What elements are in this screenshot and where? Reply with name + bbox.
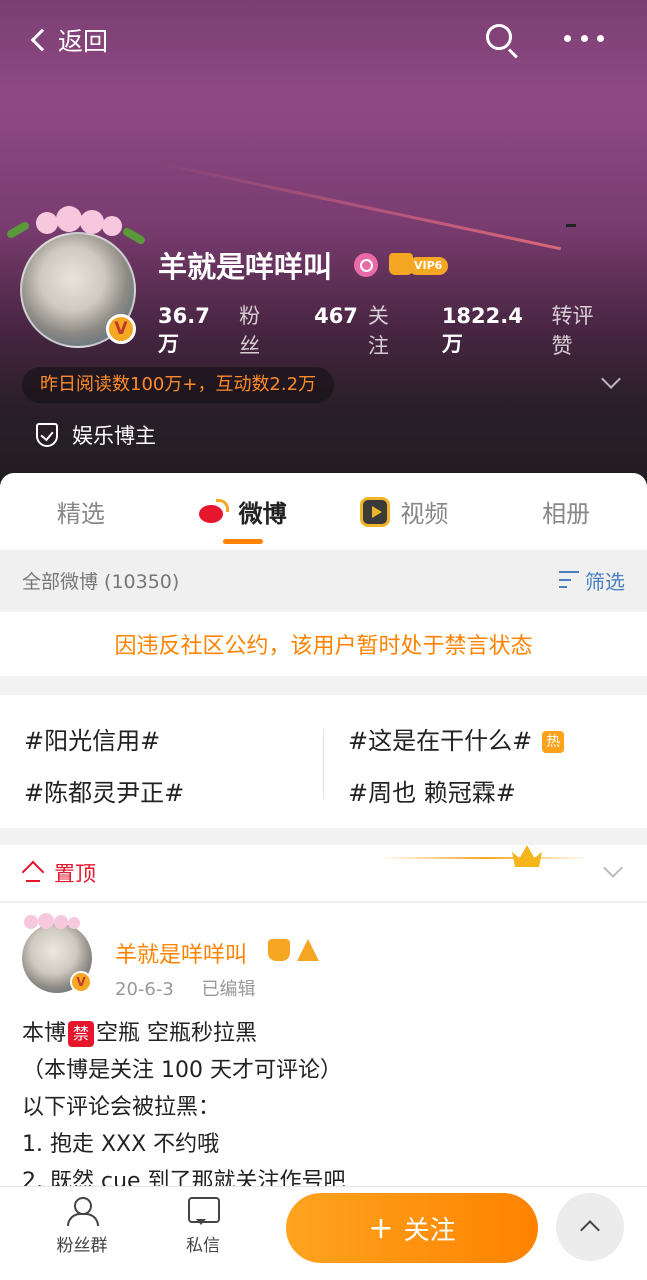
stat-following[interactable]: 467 关注	[314, 300, 408, 360]
back-label: 返回	[58, 27, 109, 56]
filter-bar: 全部微博 (10350) 筛选	[0, 550, 647, 610]
tab-video[interactable]: 视频	[324, 473, 486, 550]
stat-fans-label: 粉丝	[239, 304, 261, 358]
stat-following-label: 关注	[367, 304, 389, 358]
message-label: 私信	[186, 1236, 220, 1256]
tab-featured-label: 精选	[56, 500, 105, 528]
scroll-top-button[interactable]	[556, 1193, 624, 1261]
flower-decoration-icon	[18, 913, 94, 933]
tab-active-indicator	[222, 539, 263, 544]
post-line: 本博禁空瓶 空瓶秒拉黑	[22, 1015, 622, 1052]
tagline-label: 娱乐博主	[72, 424, 156, 448]
follow-label: 关注	[403, 1215, 456, 1246]
fans-group-button[interactable]: 粉丝群	[42, 1197, 122, 1257]
verified-badge-icon: V	[70, 971, 92, 993]
topic-item[interactable]: #阳光信用#	[24, 721, 160, 756]
post-avatar[interactable]: V	[22, 913, 92, 993]
more-icon[interactable]	[564, 32, 604, 44]
tab-video-label: 视频	[400, 500, 449, 528]
post-author[interactable]: 羊就是咩咩叫	[115, 937, 247, 969]
profile-tabs: 精选 微博 视频 相册	[0, 473, 647, 550]
search-icon[interactable]	[484, 22, 520, 59]
post-body[interactable]: 本博禁空瓶 空瓶秒拉黑 （本博是关注 100 天才可评论） 以下评论会被拉黑： …	[22, 1015, 622, 1188]
cover-streak	[149, 160, 562, 251]
read-summary[interactable]: 昨日阅读数100万+，互动数2.2万	[22, 367, 335, 403]
weibo-icon	[198, 498, 229, 525]
profile-tagline[interactable]: 娱乐博主	[36, 420, 156, 450]
stat-fans-value: 36.7万	[158, 304, 210, 356]
video-icon	[360, 496, 391, 527]
follow-button[interactable]: + 关注	[286, 1193, 538, 1263]
crown-icon	[512, 845, 542, 867]
gold-line-decoration	[380, 857, 590, 859]
profile-name: 羊就是咩咩叫	[158, 250, 333, 284]
pinned-label: 置顶	[54, 862, 96, 886]
stat-reposts-value: 1822.4万	[441, 304, 523, 356]
forbidden-badge: 禁	[68, 1021, 95, 1047]
post-meta: 20-6-3 已编辑	[115, 975, 278, 1001]
back-button[interactable]: 返回	[28, 20, 108, 60]
cover-plane	[566, 224, 576, 227]
topic-text: #这是在干什么#	[348, 727, 533, 755]
vip-badge[interactable]: VIP6	[408, 257, 449, 275]
topic-item[interactable]: #这是在干什么# 热	[348, 721, 565, 756]
flower-decoration-icon	[5, 206, 156, 256]
fans-group-label: 粉丝群	[56, 1236, 108, 1256]
plus-icon: +	[368, 1210, 394, 1246]
divider	[323, 729, 324, 799]
topics-panel: #阳光信用# #这是在干什么# 热 #陈都灵尹正# #周也 赖冠霖#	[0, 695, 647, 828]
crown-icon[interactable]	[268, 939, 290, 961]
tab-weibo[interactable]: 微博	[162, 473, 324, 550]
shield-icon	[36, 423, 58, 447]
filter-button[interactable]: 筛选	[559, 566, 625, 595]
top-bar: 返回	[0, 0, 647, 80]
post-edited: 已编辑	[201, 979, 256, 1000]
search-badge-icon[interactable]	[354, 253, 378, 277]
topic-item[interactable]: #陈都灵尹正#	[24, 773, 184, 808]
verified-badge-icon: V	[106, 314, 136, 344]
stat-reposts[interactable]: 1822.4万 转评赞	[442, 300, 613, 360]
post-line: 1. 抱走 XXX 不约哦	[22, 1132, 220, 1157]
filter-icon	[559, 571, 579, 589]
post-text: 本博	[22, 1021, 67, 1046]
post-line: （本博是关注 100 天才可评论）	[22, 1058, 342, 1083]
stat-reposts-label: 转评赞	[551, 304, 594, 358]
pinned-header: 置顶	[0, 845, 647, 902]
post-line: 以下评论会被拉黑：	[22, 1095, 221, 1120]
stat-following-value: 467	[314, 304, 358, 328]
ban-notice: 因违反社区公约，该用户暂时处于禁言状态	[0, 612, 647, 676]
bottom-bar: 粉丝群 私信 + 关注	[0, 1186, 647, 1280]
message-icon	[188, 1197, 220, 1225]
post-date: 20-6-3	[115, 979, 174, 1000]
post-card: V 羊就是咩咩叫 20-6-3 已编辑 本博禁空瓶 空瓶秒拉黑 （本博是关注 1…	[0, 903, 647, 1188]
chevron-down-icon[interactable]	[603, 858, 623, 878]
filter-label: 筛选	[585, 569, 625, 594]
stat-fans[interactable]: 36.7万 粉丝	[158, 300, 280, 360]
tab-album[interactable]: 相册	[485, 473, 647, 550]
avatar[interactable]: V	[5, 206, 147, 348]
message-button[interactable]: 私信	[163, 1197, 243, 1257]
profile-stats: 36.7万 粉丝 467 关注 1822.4万 转评赞	[158, 300, 647, 360]
hot-badge: 热	[542, 731, 565, 753]
group-icon	[67, 1197, 99, 1226]
topic-item[interactable]: #周也 赖冠霖#	[348, 773, 516, 808]
tab-featured[interactable]: 精选	[0, 473, 162, 550]
tent-icon[interactable]	[297, 939, 319, 961]
post-text: 空瓶 空瓶秒拉黑	[96, 1021, 258, 1046]
post-count[interactable]: 全部微博 (10350)	[22, 567, 179, 594]
tab-weibo-label: 微博	[238, 500, 287, 528]
chevron-left-icon	[30, 28, 54, 52]
pin-icon	[22, 862, 44, 884]
tab-album-label: 相册	[542, 500, 591, 528]
post-line: 2. 既然 cue 到了那就关注作号吧	[22, 1169, 346, 1188]
